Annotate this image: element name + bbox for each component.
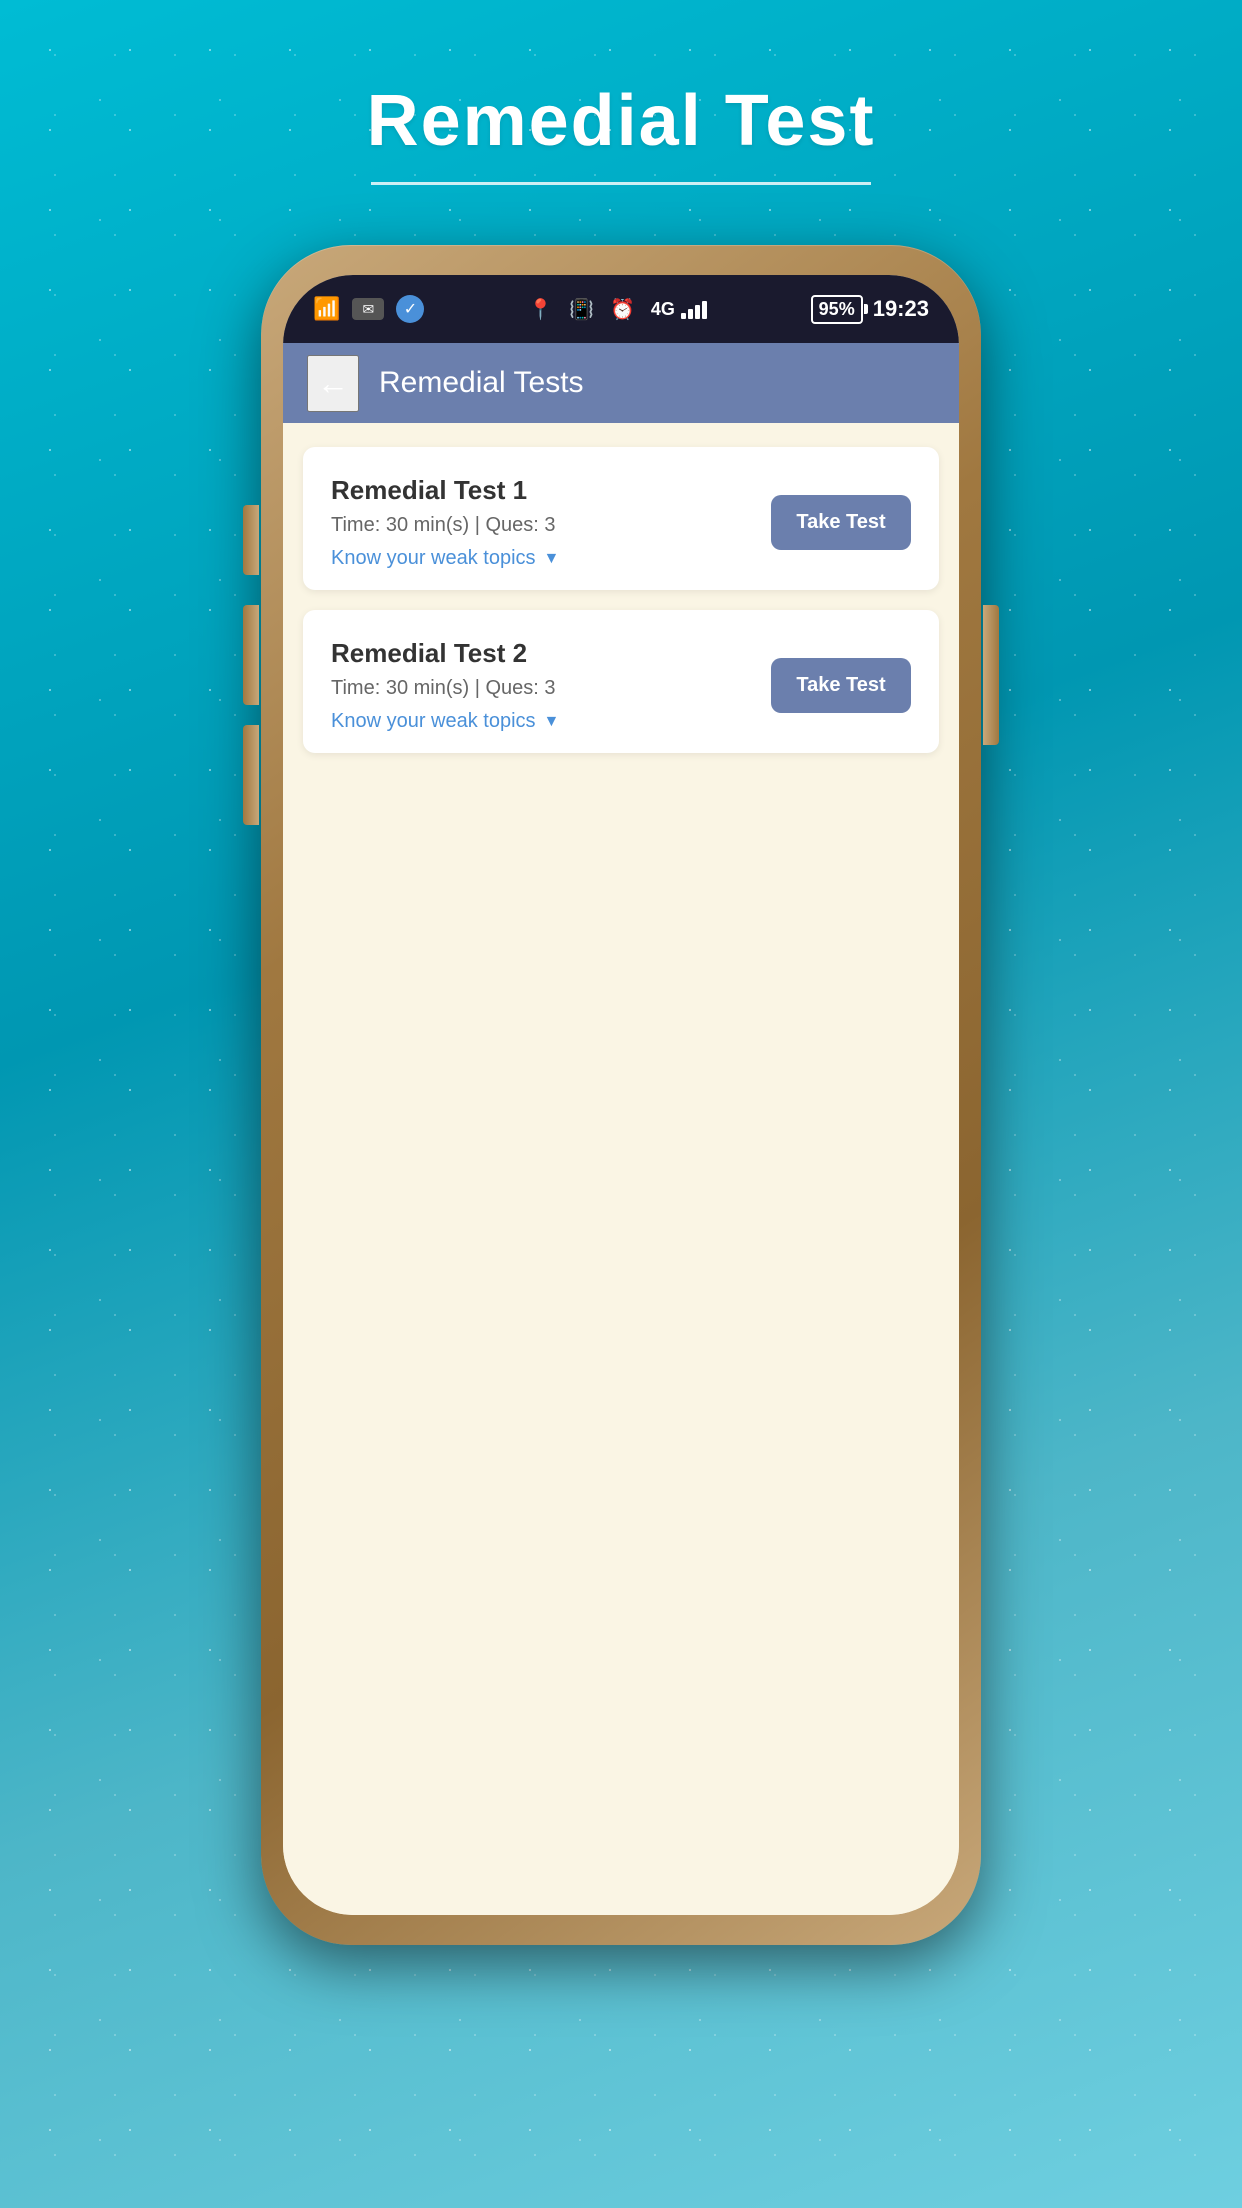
status-left-icons: 📶 ✉ ✓ bbox=[313, 295, 424, 323]
signal-bar-1 bbox=[681, 313, 686, 319]
check-icon: ✓ bbox=[396, 295, 424, 323]
vibrate-icon: 📳 bbox=[569, 297, 594, 322]
dropdown-arrow-icon: ▼ bbox=[544, 550, 560, 568]
signal-bar-3 bbox=[695, 305, 700, 319]
page-title-underline bbox=[371, 182, 871, 185]
signal-4g-label: 4G bbox=[651, 299, 675, 320]
phone-button-silent bbox=[243, 505, 259, 575]
status-center-icons: 📍 📳 ⏰ 4G bbox=[528, 297, 707, 322]
test-card-2: Remedial Test 2 Time: 30 min(s) | Ques: … bbox=[303, 610, 939, 753]
status-time: 19:23 bbox=[873, 296, 929, 322]
test-1-weak-topics[interactable]: Know your weak topics ▼ bbox=[331, 547, 771, 570]
signal-bar-2 bbox=[688, 309, 693, 319]
test-card-2-left: Remedial Test 2 Time: 30 min(s) | Ques: … bbox=[331, 638, 771, 733]
test-card-1: Remedial Test 1 Time: 30 min(s) | Ques: … bbox=[303, 447, 939, 590]
test-2-name: Remedial Test 2 bbox=[331, 638, 771, 669]
header-title: Remedial Tests bbox=[379, 366, 584, 400]
phone-button-volume-down bbox=[243, 725, 259, 825]
alarm-icon: ⏰ bbox=[610, 297, 635, 322]
phone-button-volume-up bbox=[243, 605, 259, 705]
app-header: ← Remedial Tests bbox=[283, 343, 959, 423]
notification-icon: ✉ bbox=[352, 298, 384, 320]
take-test-button-1[interactable]: Take Test bbox=[771, 495, 911, 550]
signal-bars bbox=[681, 299, 707, 319]
dropdown-arrow-icon-2: ▼ bbox=[544, 713, 560, 731]
signal-group: 4G bbox=[651, 299, 707, 320]
test-1-weak-topics-label: Know your weak topics bbox=[331, 547, 536, 570]
test-1-name: Remedial Test 1 bbox=[331, 475, 771, 506]
test-2-weak-topics[interactable]: Know your weak topics ▼ bbox=[331, 710, 771, 733]
status-right-icons: 95% 19:23 bbox=[811, 295, 929, 324]
content-area: Remedial Test 1 Time: 30 min(s) | Ques: … bbox=[283, 423, 959, 1915]
location-icon: 📍 bbox=[528, 297, 553, 322]
test-2-meta: Time: 30 min(s) | Ques: 3 bbox=[331, 677, 771, 700]
page-title-section: Remedial Test bbox=[367, 80, 876, 185]
phone-outer: 📶 ✉ ✓ 📍 📳 ⏰ 4G bbox=[261, 245, 981, 1945]
wifi-icon: 📶 bbox=[313, 296, 340, 322]
page-title: Remedial Test bbox=[367, 80, 876, 162]
phone-screen: 📶 ✉ ✓ 📍 📳 ⏰ 4G bbox=[283, 275, 959, 1915]
take-test-button-2[interactable]: Take Test bbox=[771, 658, 911, 713]
status-bar: 📶 ✉ ✓ 📍 📳 ⏰ 4G bbox=[283, 275, 959, 343]
phone-frame: 📶 ✉ ✓ 📍 📳 ⏰ 4G bbox=[261, 245, 981, 1945]
battery-percent: 95% bbox=[819, 299, 855, 320]
test-card-1-left: Remedial Test 1 Time: 30 min(s) | Ques: … bbox=[331, 475, 771, 570]
back-button[interactable]: ← bbox=[307, 355, 359, 412]
test-1-meta: Time: 30 min(s) | Ques: 3 bbox=[331, 514, 771, 537]
battery-indicator: 95% bbox=[811, 295, 863, 324]
signal-bar-4 bbox=[702, 301, 707, 319]
test-2-weak-topics-label: Know your weak topics bbox=[331, 710, 536, 733]
phone-button-power bbox=[983, 605, 999, 745]
